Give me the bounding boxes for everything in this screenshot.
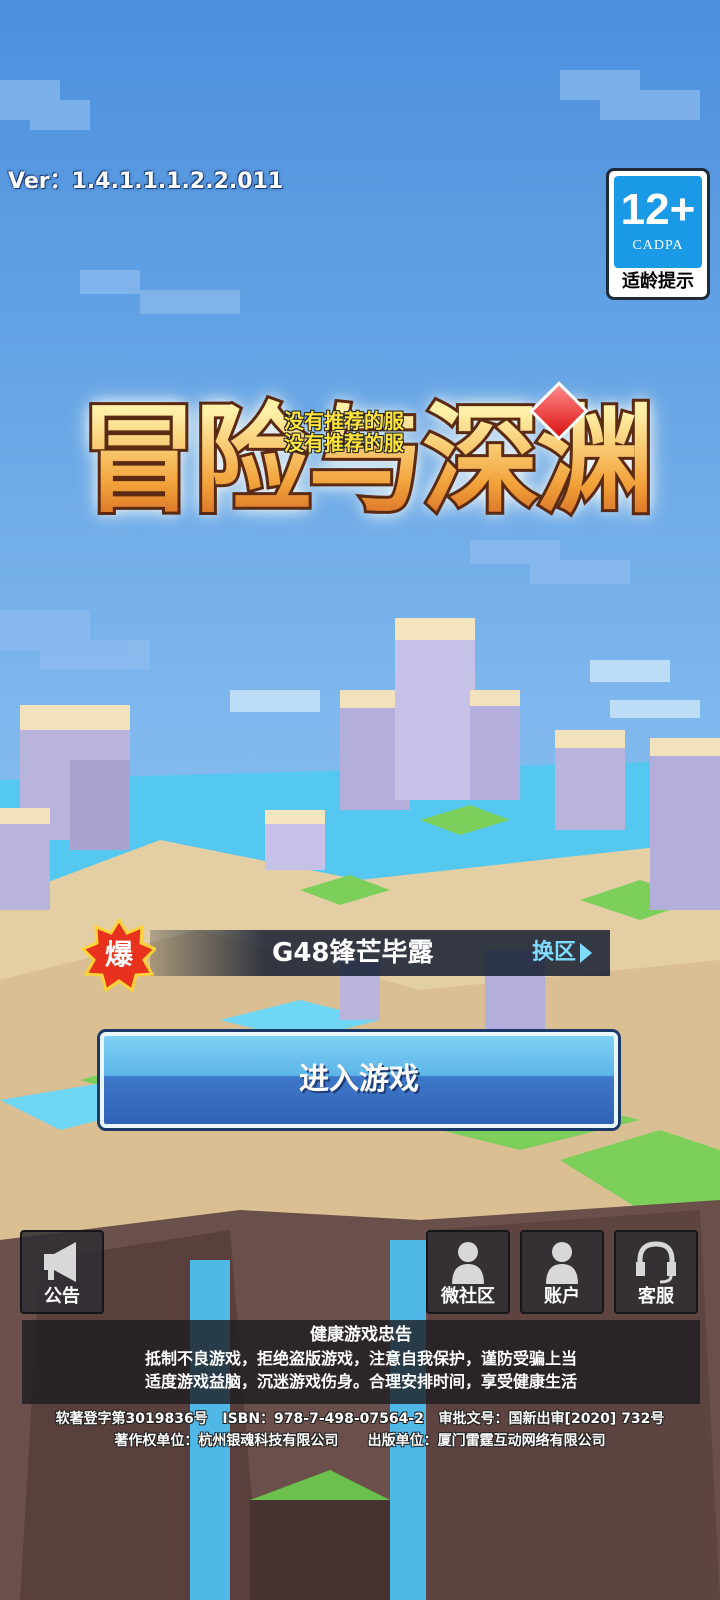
age-rating-number: 12+ bbox=[620, 185, 696, 234]
enter-game-label: 进入游戏 bbox=[299, 1062, 419, 1097]
health-notice-line-1: 抵制不良游戏，拒绝盗版游戏，注意自我保护，谨防受骗上当 bbox=[144, 1349, 577, 1368]
announcement-button[interactable]: 公告 bbox=[20, 1230, 104, 1314]
person-icon bbox=[452, 1242, 484, 1284]
megaphone-icon bbox=[44, 1242, 76, 1282]
server-select-bar[interactable]: G48锋芒毕露 换区 bbox=[150, 930, 610, 976]
logo-overlay-text: 没有推荐的服 没有推荐的服 bbox=[284, 410, 404, 454]
logo-overlay-line-1: 没有推荐的服 bbox=[284, 409, 404, 433]
age-rating-org: CADPA bbox=[632, 238, 684, 253]
account-label: 账户 bbox=[544, 1286, 580, 1307]
person-icon bbox=[546, 1242, 578, 1284]
play-arrow-icon bbox=[580, 943, 592, 963]
switch-server-label: 换区 bbox=[531, 940, 576, 965]
switch-server-button[interactable]: 换区 bbox=[532, 930, 592, 976]
age-rating-panel: 12+ CADPA bbox=[614, 176, 702, 268]
logo-overlay-line-2: 没有推荐的服 bbox=[284, 431, 404, 455]
footer-line-1: 软著登字第3019836号 ISBN：978-7-498-07564-2 审批文… bbox=[55, 1411, 665, 1427]
announcement-label: 公告 bbox=[44, 1286, 80, 1307]
version-label: Ver：1.4.1.1.1.2.2.011 bbox=[8, 169, 284, 194]
server-name: G48锋芒毕露 bbox=[272, 938, 434, 968]
support-button[interactable]: 客服 bbox=[614, 1230, 698, 1314]
footer-line-2: 著作权单位：杭州银魂科技有限公司 出版单位：厦门雷霆互动网络有限公司 bbox=[114, 1433, 606, 1449]
community-button[interactable]: 微社区 bbox=[426, 1230, 510, 1314]
age-rating-badge[interactable]: 12+ CADPA 适龄提示 bbox=[606, 168, 710, 300]
enter-game-button[interactable]: 进入游戏 bbox=[100, 1032, 618, 1128]
age-rating-label: 适龄提示 bbox=[622, 271, 694, 292]
community-label: 微社区 bbox=[441, 1286, 495, 1307]
copyright-footer: 软著登字第3019836号 ISBN：978-7-498-07564-2 审批文… bbox=[0, 1408, 720, 1452]
account-button[interactable]: 账户 bbox=[520, 1230, 604, 1314]
support-label: 客服 bbox=[638, 1286, 674, 1307]
health-notice-title: 健康游戏忠告 bbox=[310, 1325, 412, 1345]
hot-badge-text: 爆 bbox=[104, 938, 133, 971]
hot-server-badge: 爆 bbox=[80, 917, 158, 993]
health-notice-line-2: 适度游戏益脑，沉迷游戏伤身。合理安排时间，享受健康生活 bbox=[144, 1372, 577, 1391]
headset-icon bbox=[636, 1241, 676, 1284]
health-notice: 健康游戏忠告 抵制不良游戏，拒绝盗版游戏，注意自我保护，谨防受骗上当 适度游戏益… bbox=[22, 1320, 700, 1404]
